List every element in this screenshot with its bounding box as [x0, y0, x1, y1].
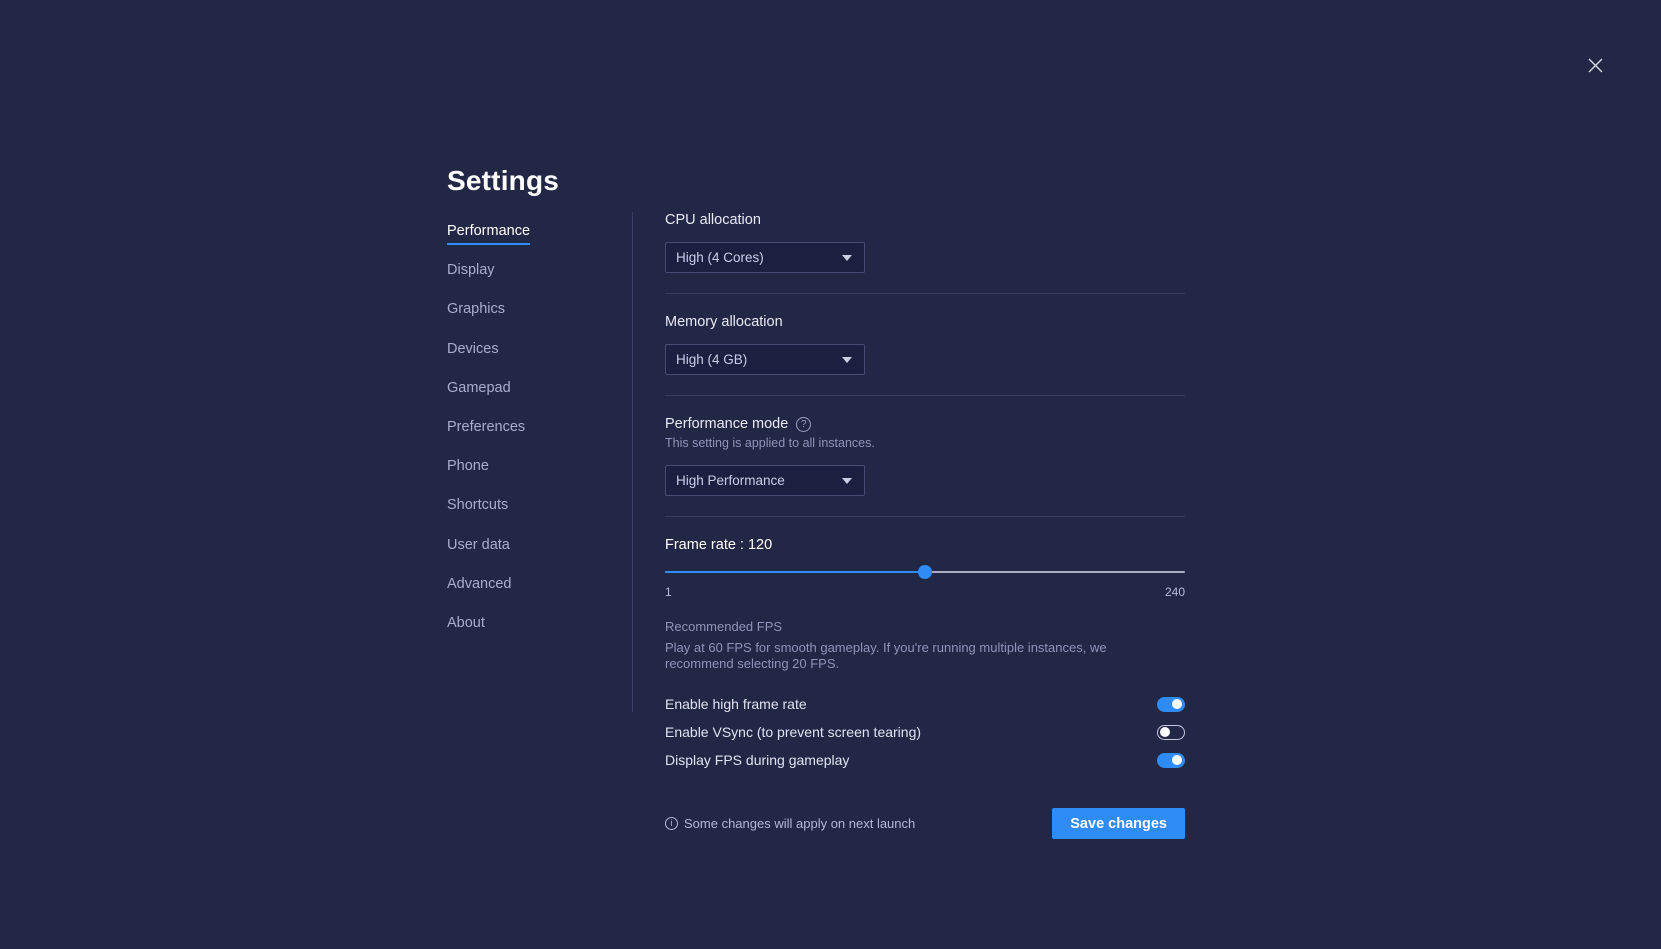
settings-sidebar: Performance Display Graphics Devices Gam… — [447, 222, 617, 653]
sidebar-item-user-data[interactable]: User data — [447, 536, 510, 559]
performance-mode-select[interactable]: High Performance — [665, 465, 865, 496]
memory-allocation-section: Memory allocation High (4 GB) — [665, 314, 1185, 375]
performance-mode-section: Performance mode ? This setting is appli… — [665, 416, 1185, 496]
toggle-row: Display FPS during gameplay — [665, 746, 1185, 774]
close-button[interactable] — [1578, 48, 1612, 82]
chevron-down-icon — [842, 357, 852, 363]
settings-footer: i Some changes will apply on next launch… — [665, 808, 1185, 839]
sidebar-item-graphics[interactable]: Graphics — [447, 300, 505, 323]
close-icon — [1588, 58, 1603, 73]
enable-vsync-label: Enable VSync (to prevent screen tearing) — [665, 724, 921, 740]
divider — [665, 516, 1185, 517]
sidebar-item-display[interactable]: Display — [447, 261, 495, 284]
apply-note: i Some changes will apply on next launch — [665, 816, 915, 831]
memory-allocation-value: High (4 GB) — [676, 352, 747, 367]
sidebar-item-performance[interactable]: Performance — [447, 222, 530, 245]
divider — [665, 293, 1185, 294]
divider — [665, 395, 1185, 396]
recommended-fps-title: Recommended FPS — [665, 619, 1185, 634]
page-title: Settings — [447, 165, 559, 197]
sidebar-item-preferences[interactable]: Preferences — [447, 418, 525, 441]
slider-max-label: 240 — [1165, 585, 1185, 599]
toggle-knob — [1160, 727, 1170, 737]
display-fps-label: Display FPS during gameplay — [665, 752, 849, 768]
question-mark-icon[interactable]: ? — [796, 417, 811, 432]
display-fps-toggle[interactable] — [1157, 753, 1185, 768]
sidebar-item-phone[interactable]: Phone — [447, 457, 489, 480]
info-icon: i — [665, 817, 678, 830]
save-changes-button[interactable]: Save changes — [1052, 808, 1185, 839]
sidebar-item-shortcuts[interactable]: Shortcuts — [447, 496, 508, 519]
toggle-knob — [1172, 699, 1182, 709]
frame-rate-slider[interactable] — [665, 565, 1185, 579]
sidebar-item-about[interactable]: About — [447, 614, 485, 637]
toggle-row: Enable VSync (to prevent screen tearing) — [665, 718, 1185, 746]
recommended-fps-body: Play at 60 FPS for smooth gameplay. If y… — [665, 640, 1165, 672]
recommended-fps-section: Recommended FPS Play at 60 FPS for smoot… — [665, 619, 1185, 672]
memory-allocation-select[interactable]: High (4 GB) — [665, 344, 865, 375]
frame-rate-section: Frame rate : 120 1 240 — [665, 537, 1185, 599]
slider-range-labels: 1 240 — [665, 585, 1185, 599]
performance-mode-note: This setting is applied to all instances… — [665, 436, 1185, 450]
cpu-allocation-section: CPU allocation High (4 Cores) — [665, 212, 1185, 273]
sidebar-divider — [632, 212, 633, 712]
slider-thumb[interactable] — [918, 565, 932, 579]
performance-mode-header: Performance mode ? — [665, 416, 1185, 432]
chevron-down-icon — [842, 478, 852, 484]
performance-mode-value: High Performance — [676, 473, 785, 488]
cpu-allocation-label: CPU allocation — [665, 212, 1185, 228]
toggle-row: Enable high frame rate — [665, 690, 1185, 718]
sidebar-item-devices[interactable]: Devices — [447, 340, 499, 363]
enable-high-frame-rate-label: Enable high frame rate — [665, 696, 807, 712]
performance-mode-label: Performance mode — [665, 416, 788, 432]
enable-vsync-toggle[interactable] — [1157, 725, 1185, 740]
apply-note-text: Some changes will apply on next launch — [684, 816, 915, 831]
enable-high-frame-rate-toggle[interactable] — [1157, 697, 1185, 712]
slider-min-label: 1 — [665, 585, 672, 599]
frame-rate-label: Frame rate : 120 — [665, 537, 1185, 553]
sidebar-item-gamepad[interactable]: Gamepad — [447, 379, 511, 402]
memory-allocation-label: Memory allocation — [665, 314, 1185, 330]
toggle-knob — [1172, 755, 1182, 765]
settings-content: CPU allocation High (4 Cores) Memory all… — [665, 212, 1185, 839]
sidebar-item-advanced[interactable]: Advanced — [447, 575, 512, 598]
cpu-allocation-value: High (4 Cores) — [676, 250, 764, 265]
chevron-down-icon — [842, 255, 852, 261]
slider-fill — [665, 571, 925, 573]
cpu-allocation-select[interactable]: High (4 Cores) — [665, 242, 865, 273]
